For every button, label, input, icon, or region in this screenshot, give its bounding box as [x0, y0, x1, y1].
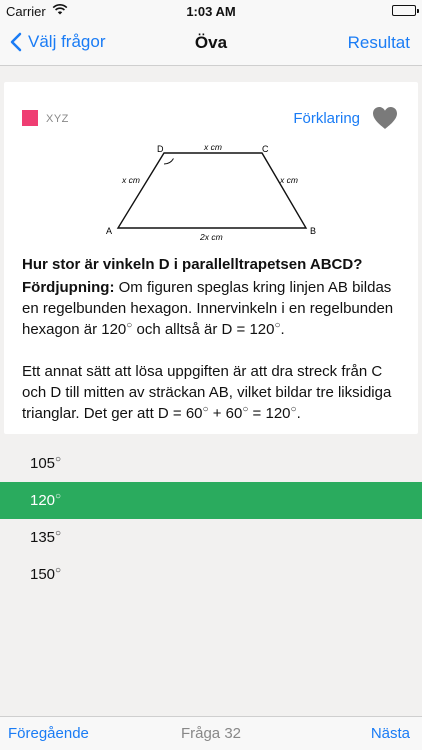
clock: 1:03 AM: [186, 4, 236, 19]
top-side-label: x cm: [203, 142, 222, 152]
vertex-c-label: C: [262, 144, 269, 154]
answer-option-105[interactable]: 105○: [0, 445, 422, 482]
explanation-heading: Fördjupning:: [22, 279, 115, 296]
degree-symbol: ○: [55, 528, 62, 539]
degree-symbol: ○: [55, 491, 62, 502]
heart-icon[interactable]: [372, 106, 398, 135]
back-button-label: Välj frågor: [28, 32, 106, 51]
question-card: XYZ Förklaring D C A B x cm x cm x cm 2x…: [4, 82, 418, 434]
answer-option-120[interactable]: 120○: [0, 482, 422, 519]
explanation-paragraph-2: Ett annat sätt att lösa uppgiften är att…: [22, 363, 392, 422]
previous-button[interactable]: Föregående: [8, 725, 89, 742]
explanation-text: Fördjupning: Om figuren speglas kring li…: [22, 277, 407, 424]
vertex-b-label: B: [310, 226, 316, 236]
explanation-link[interactable]: Förklaring: [293, 110, 360, 127]
answer-list: 105○ 120○ 135○ 150○: [0, 445, 422, 593]
right-side-label: x cm: [279, 175, 298, 185]
navigation-bar: Välj frågor Öva Resultat: [0, 22, 422, 66]
category-color-tag: [22, 110, 38, 126]
chevron-left-icon: [10, 32, 22, 52]
question-text: Hur stor är vinkeln D i parallelltrapets…: [22, 256, 363, 273]
results-button[interactable]: Resultat: [348, 33, 410, 53]
explanation-paragraph-1: Fördjupning: Om figuren speglas kring li…: [22, 279, 394, 338]
category-label: XYZ: [46, 113, 69, 125]
vertex-a-label: A: [106, 226, 112, 236]
bottom-toolbar: Föregående Fråga 32 Nästa: [0, 716, 422, 750]
degree-symbol: ○: [55, 565, 62, 576]
answer-option-135[interactable]: 135○: [0, 519, 422, 556]
bottom-side-label: 2x cm: [199, 232, 223, 242]
status-bar: Carrier 1:03 AM: [0, 0, 422, 22]
back-button[interactable]: Välj frågor: [10, 32, 105, 52]
battery-icon: [392, 5, 419, 16]
next-button[interactable]: Nästa: [371, 725, 410, 742]
degree-symbol: ○: [55, 454, 62, 465]
answer-option-150[interactable]: 150○: [0, 556, 422, 593]
left-side-label: x cm: [121, 175, 140, 185]
vertex-d-label: D: [157, 144, 164, 154]
trapezoid-figure: D C A B x cm x cm x cm 2x cm: [106, 142, 316, 242]
